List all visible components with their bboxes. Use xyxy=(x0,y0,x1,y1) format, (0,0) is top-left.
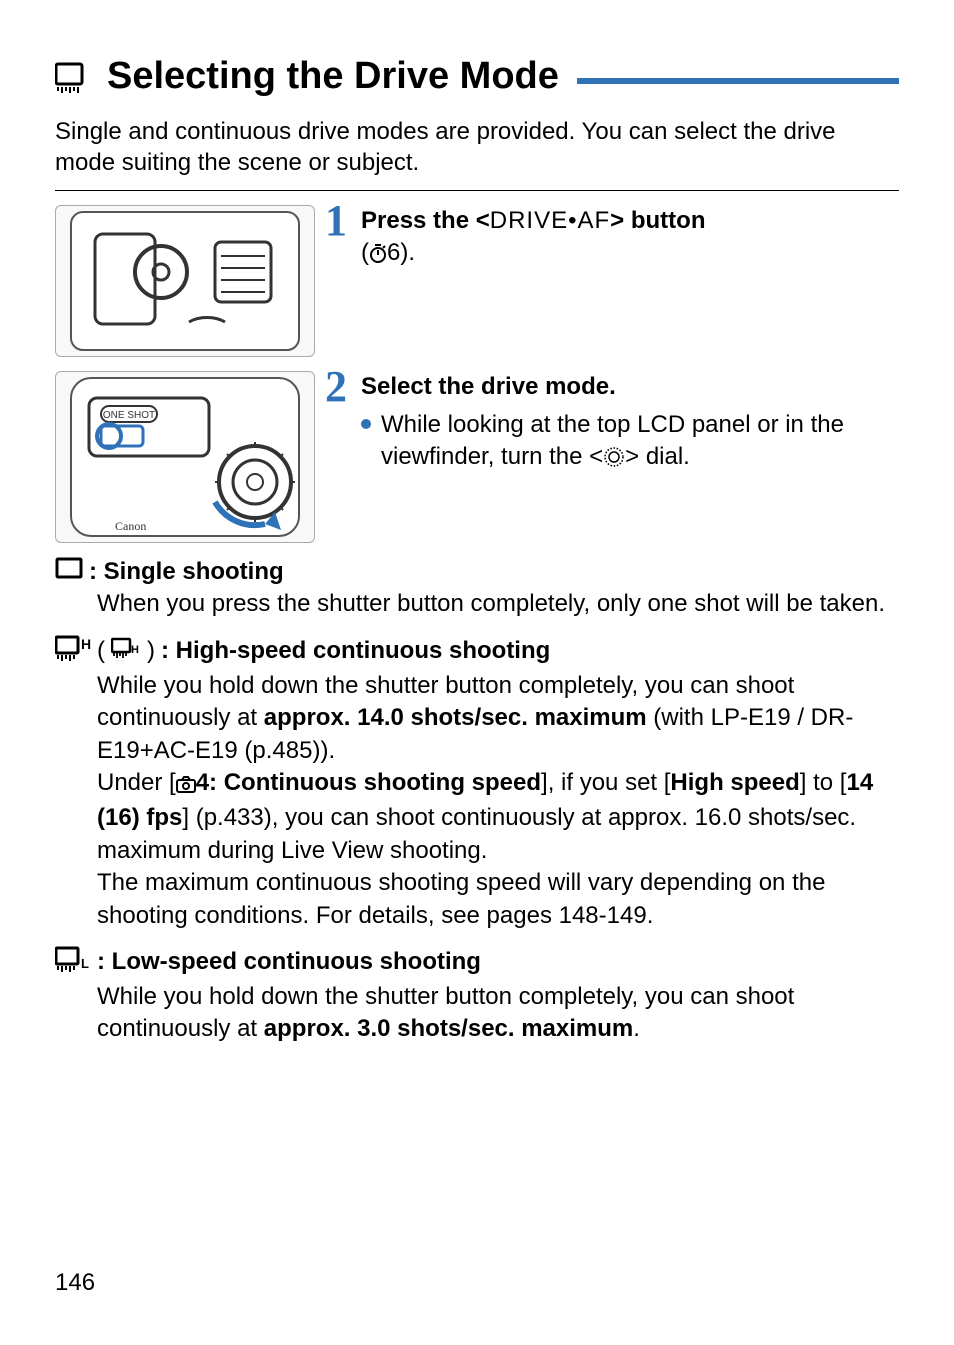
def-high-body: While you hold down the shutter button c… xyxy=(97,670,899,932)
divider xyxy=(55,190,899,191)
step-1-illustration xyxy=(55,205,315,357)
step-1-title-pre: Press the < xyxy=(361,207,490,234)
svg-text:Canon: Canon xyxy=(115,519,146,533)
def-low-head: L : Low-speed continuous shooting xyxy=(55,946,899,979)
drive-mode-icon xyxy=(55,61,95,93)
bullet-dot xyxy=(361,419,371,429)
step-1-sub-close: ). xyxy=(400,239,415,266)
step-1-title: Press the <DRIVE•AF> button xyxy=(361,205,899,236)
page-number: 146 xyxy=(55,1269,95,1297)
step-2-bullet-text: While looking at the top LCD panel or in… xyxy=(381,409,899,478)
def-high-label: : High-speed continuous shooting xyxy=(161,637,550,665)
rear-dial-icon xyxy=(603,445,625,477)
def-high-b1-bold: approx. 14.0 shots/sec. maximum xyxy=(264,704,647,731)
def-low-label: : Low-speed continuous shooting xyxy=(97,948,481,976)
def-high-b2-bold2: High speed xyxy=(670,769,799,796)
step-1-title-post: > button xyxy=(610,207,705,234)
camera-icon xyxy=(176,770,196,802)
timer-value: 6 xyxy=(387,239,400,266)
svg-text:ONE SHOT: ONE SHOT xyxy=(103,410,155,421)
svg-text:H: H xyxy=(81,636,91,652)
heading-rule xyxy=(577,78,899,84)
step-1-sub: (6). xyxy=(361,237,899,271)
def-high-b3: The maximum continuous shooting speed wi… xyxy=(97,869,825,928)
intro-text: Single and continuous drive modes are pr… xyxy=(55,116,899,178)
drive-af-symbol: DRIVE•AF xyxy=(490,207,610,234)
step-2-bullet-post: > dial. xyxy=(625,443,690,470)
page-heading-row: Selecting the Drive Mode xyxy=(55,55,899,98)
single-shot-icon xyxy=(55,557,83,586)
def-high-head: H ( H ) : High-speed continuous shooting xyxy=(55,635,899,668)
step-2-title: Select the drive mode. xyxy=(361,371,899,402)
step-2-number: 2 xyxy=(325,365,347,409)
step-1-number: 1 xyxy=(325,199,347,243)
def-single-body: When you press the shutter button comple… xyxy=(97,588,899,620)
def-high: H ( H ) : High-speed continuous shooting… xyxy=(55,635,899,932)
def-low: L : Low-speed continuous shooting While … xyxy=(55,946,899,1046)
def-high-b2-mid2: ] to [ xyxy=(800,769,847,796)
def-high-close: ) xyxy=(147,637,155,665)
timer-icon xyxy=(369,240,387,271)
def-single-head: : Single shooting xyxy=(55,557,899,586)
step-1: 1 Press the <DRIVE•AF> button (6). xyxy=(55,205,899,357)
svg-text:L: L xyxy=(81,956,89,971)
def-high-b2-pre: Under [ xyxy=(97,769,176,796)
low-speed-icon: L xyxy=(55,946,91,979)
def-high-b2-mid1: ], if you set [ xyxy=(541,769,670,796)
step-2-illustration: ONE SHOT Canon xyxy=(55,371,315,543)
def-low-bold: approx. 3.0 shots/sec. maximum xyxy=(264,1015,633,1042)
step-2: ONE SHOT Canon 2 Select the drive m xyxy=(55,371,899,543)
high-speed-icon-small: H xyxy=(111,637,141,666)
def-high-open: ( xyxy=(97,637,105,665)
def-low-body: While you hold down the shutter button c… xyxy=(97,981,899,1046)
step-2-bullet: While looking at the top LCD panel or in… xyxy=(361,409,899,478)
page-title: Selecting the Drive Mode xyxy=(107,55,559,98)
def-single: : Single shooting When you press the shu… xyxy=(55,557,899,620)
step-1-sub-open: ( xyxy=(361,239,369,266)
high-speed-icon: H xyxy=(55,635,91,668)
def-high-b2-bold1: 4: Continuous shooting speed xyxy=(196,769,541,796)
def-high-b2-post: ] (p.433), you can shoot continuously at… xyxy=(97,804,856,863)
def-low-post: . xyxy=(633,1015,640,1042)
def-single-label: : Single shooting xyxy=(89,558,284,586)
svg-text:H: H xyxy=(131,644,139,656)
